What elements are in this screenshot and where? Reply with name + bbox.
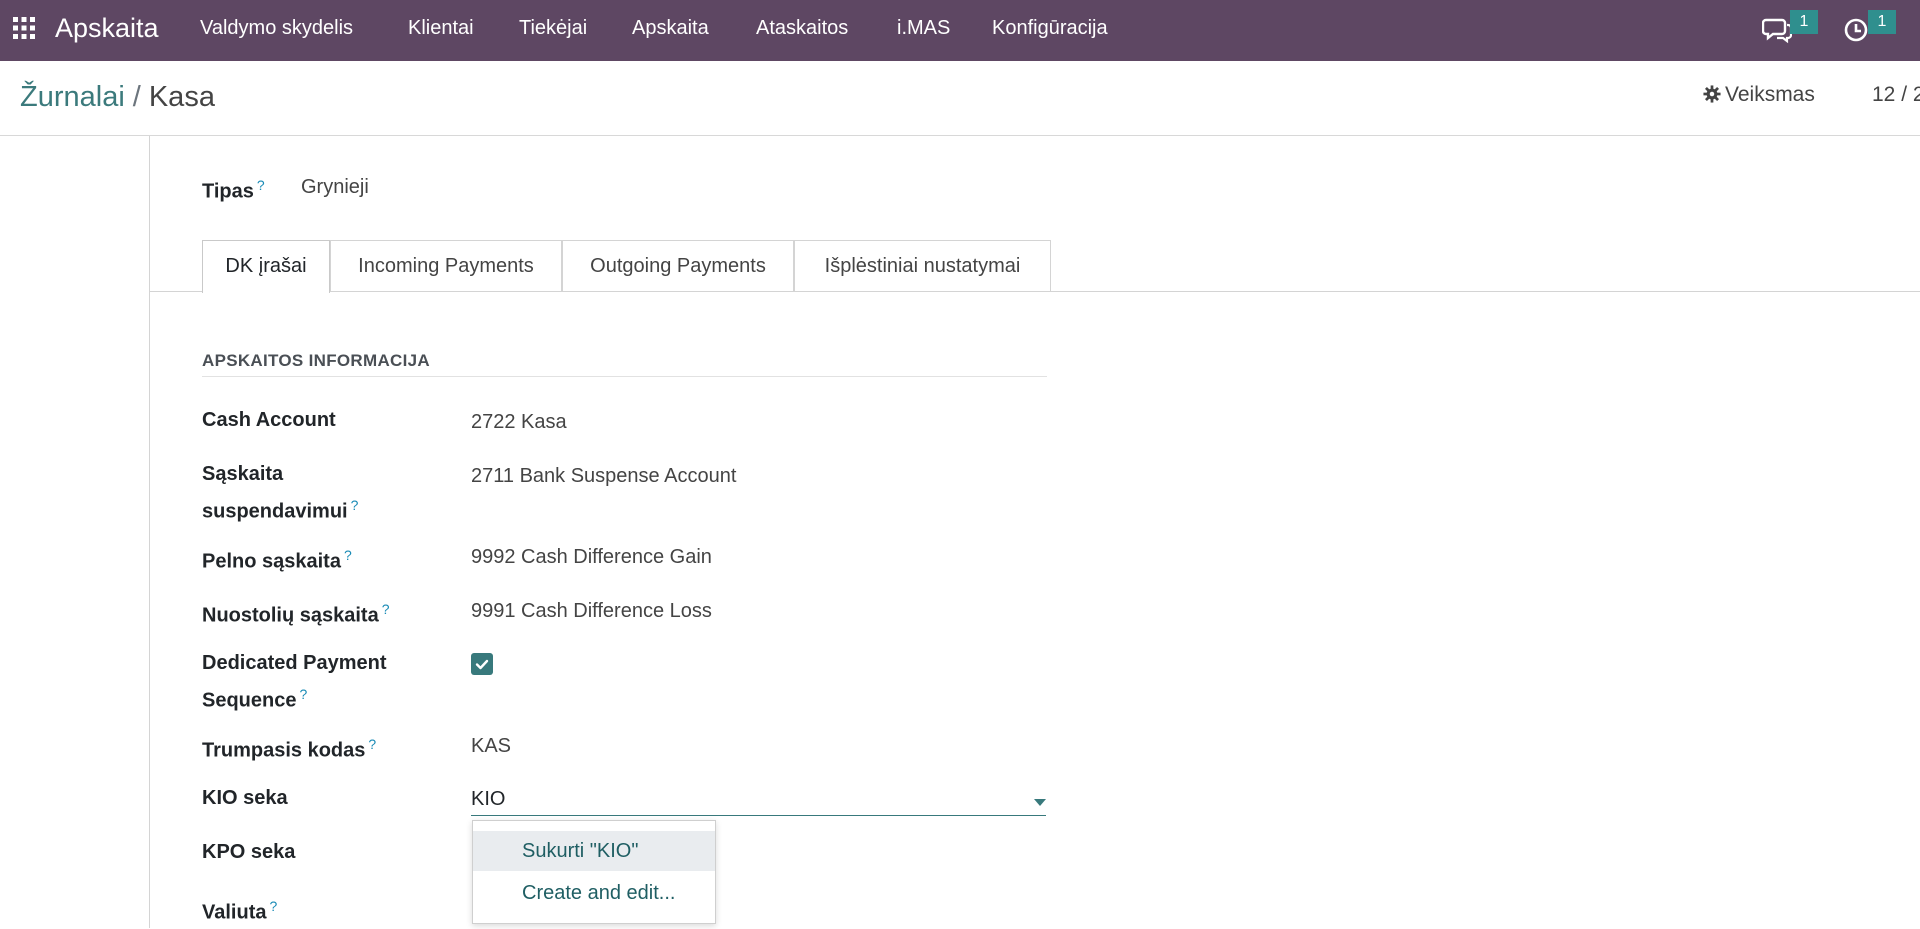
autocomplete-dropdown: Sukurti "KIO" Create and edit... [472, 820, 716, 924]
loss-account-label: Nuostolių sąskaita? [202, 601, 390, 627]
dedicated-sequence-checkbox[interactable] [471, 653, 493, 675]
gear-icon [1703, 85, 1721, 103]
short-code-label: Trumpasis kodas? [202, 736, 377, 762]
messages-count-badge: 1 [1790, 10, 1818, 34]
kio-sequence-label: KIO seka [202, 787, 288, 809]
messages-button[interactable]: 1 [1761, 10, 1818, 49]
section-title: APSKAITOS INFORMACIJA [202, 351, 430, 370]
tab-outgoing-payments[interactable]: Outgoing Payments [562, 240, 794, 291]
activities-count-badge: 1 [1868, 10, 1896, 34]
breadcrumb: Žurnalai / Kasa [20, 81, 215, 114]
app-brand[interactable]: Apskaita [55, 13, 159, 44]
loss-account-value[interactable]: 9991 Cash Difference Loss [471, 600, 712, 623]
help-icon[interactable]: ? [382, 601, 390, 617]
chevron-down-icon[interactable] [1034, 799, 1046, 807]
type-value: Grynieji [301, 176, 369, 198]
tabs-baseline [150, 291, 1920, 292]
suspense-account-label: Sąskaita suspendavimui? [202, 463, 359, 523]
currency-label: Valiuta? [202, 898, 278, 924]
menu-dashboard[interactable]: Valdymo skydelis [200, 17, 353, 40]
help-icon[interactable]: ? [269, 898, 277, 914]
breadcrumb-current: Kasa [148, 81, 215, 113]
cash-account-label: Cash Account [202, 409, 336, 431]
menu-vendors[interactable]: Tiekėjai [519, 17, 587, 40]
kio-sequence-input[interactable] [471, 784, 1046, 816]
menu-imas[interactable]: i.MAS [897, 17, 950, 40]
chat-icon [1761, 18, 1793, 44]
action-menu-button[interactable]: Veiksmas [1703, 83, 1815, 107]
profit-account-label: Pelno sąskaita? [202, 547, 352, 573]
pager-value[interactable]: 12 / 2 [1872, 83, 1920, 107]
breadcrumb-separator: / [132, 81, 141, 113]
help-icon[interactable]: ? [344, 547, 352, 563]
menu-customers[interactable]: Klientai [408, 17, 474, 40]
top-navbar: Apskaita Valdymo skydelis Klientai Tiekė… [0, 0, 1920, 61]
sheet-border [149, 136, 150, 928]
tab-advanced-settings[interactable]: Išplėstiniai nustatymai [794, 240, 1051, 291]
dedicated-sequence-label: Dedicated Payment Sequence? [202, 652, 387, 712]
action-label: Veiksmas [1725, 83, 1815, 106]
activities-button[interactable]: 1 [1842, 10, 1896, 49]
help-icon[interactable]: ? [299, 686, 307, 702]
profit-account-value[interactable]: 9992 Cash Difference Gain [471, 546, 712, 569]
create-kio-option[interactable]: Sukurti "KIO" [473, 831, 715, 871]
short-code-value[interactable]: KAS [471, 735, 511, 758]
breadcrumb-journals-link[interactable]: Žurnalai [20, 81, 125, 113]
help-icon[interactable]: ? [368, 736, 376, 752]
type-label: Tipas? [202, 177, 265, 203]
checkmark-icon [475, 659, 489, 670]
help-icon[interactable]: ? [351, 497, 359, 513]
menu-configuration[interactable]: Konfigūracija [992, 17, 1108, 40]
menu-reports[interactable]: Ataskaitos [756, 17, 848, 40]
tab-gl-entries[interactable]: DK įrašai [202, 240, 330, 293]
section-divider [202, 376, 1047, 377]
kpo-sequence-label: KPO seka [202, 841, 296, 863]
create-and-edit-option[interactable]: Create and edit... [473, 873, 715, 913]
menu-accounting[interactable]: Apskaita [632, 17, 709, 40]
cash-account-value[interactable]: 2722 Kasa [471, 411, 567, 434]
control-panel: Žurnalai / Kasa Veiksmas 12 / 2 [0, 61, 1920, 136]
apps-grid-icon[interactable] [12, 16, 36, 40]
tab-incoming-payments[interactable]: Incoming Payments [330, 240, 562, 291]
suspense-account-value[interactable]: 2711 Bank Suspense Account [471, 465, 736, 488]
help-icon[interactable]: ? [257, 177, 265, 193]
